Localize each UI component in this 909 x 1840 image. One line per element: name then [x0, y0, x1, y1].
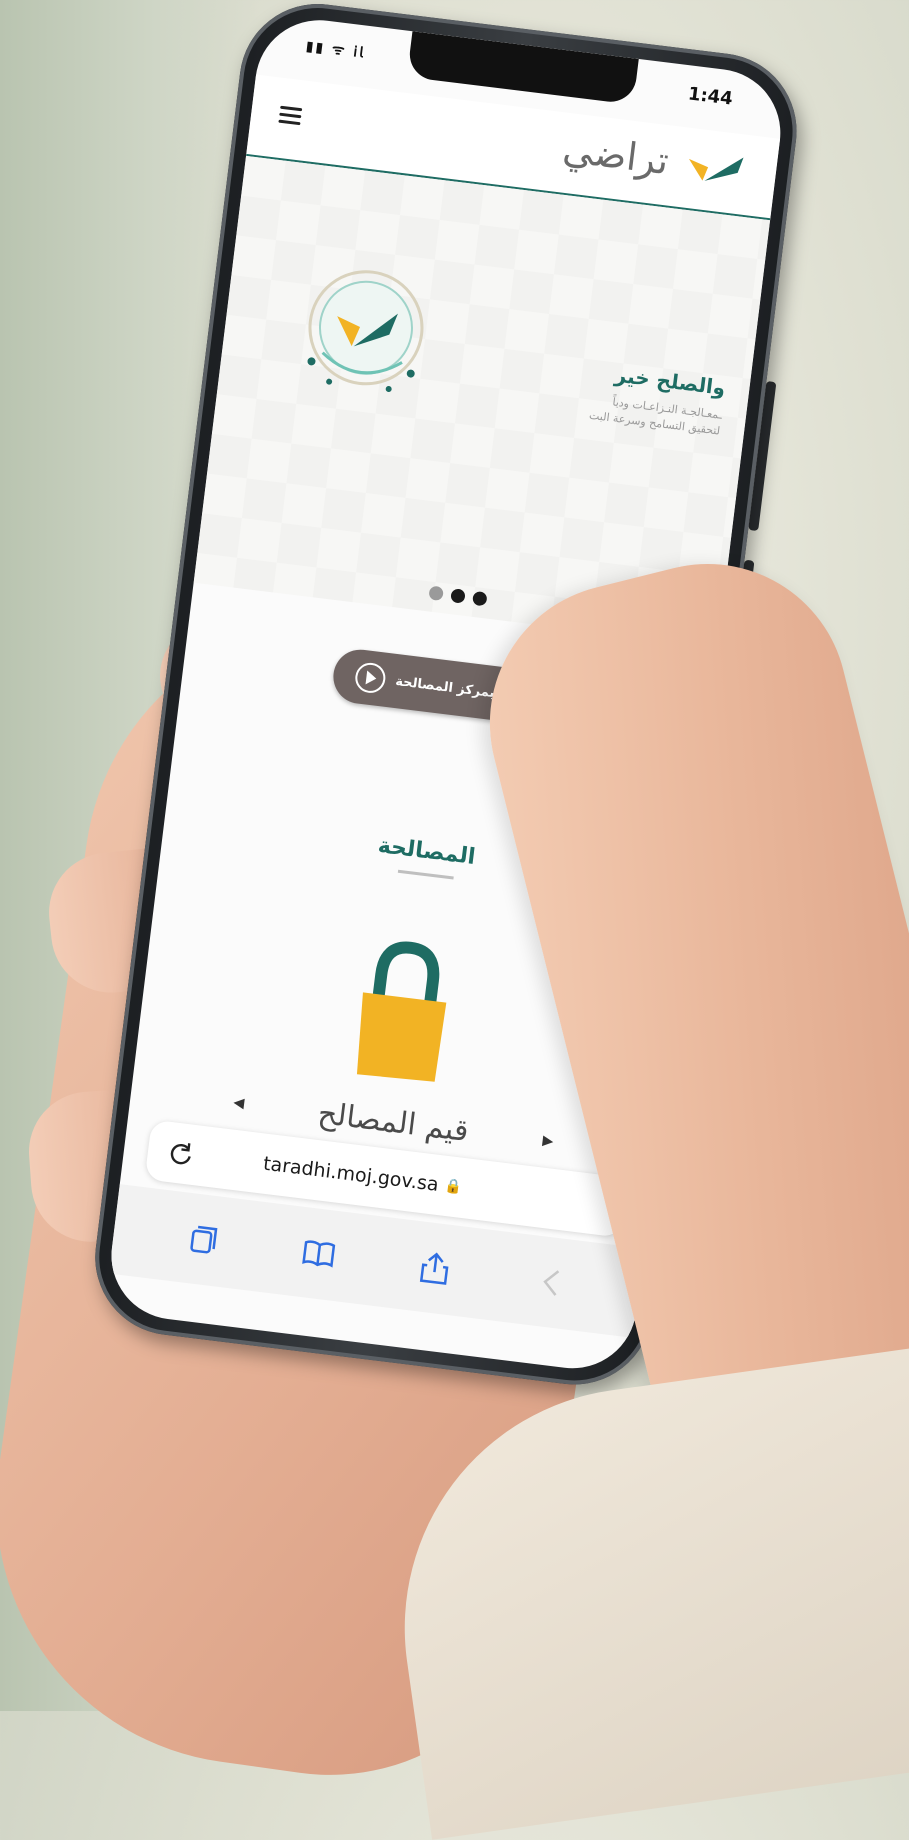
- tabs-icon[interactable]: [182, 1220, 222, 1260]
- center-emblem-icon: [307, 270, 424, 392]
- carousel-dot[interactable]: [428, 585, 444, 602]
- url-text: taradhi.moj.gov.sa: [262, 1152, 440, 1196]
- values-label: قيم المصالح: [316, 1095, 471, 1149]
- carousel-dot-active[interactable]: [472, 590, 488, 607]
- padlock-icon: [356, 941, 447, 1082]
- signal-icons: ▮▮ ᯤ 𝗂𝗅: [304, 38, 367, 62]
- reload-icon[interactable]: [167, 1139, 196, 1168]
- play-icon: [353, 661, 388, 695]
- back-icon[interactable]: [530, 1262, 570, 1302]
- section-underline: [397, 869, 454, 880]
- carousel-dot-active[interactable]: [450, 588, 466, 604]
- bookmarks-icon[interactable]: [298, 1234, 338, 1274]
- hamburger-menu-icon[interactable]: [278, 105, 303, 127]
- brand[interactable]: تراضي: [561, 127, 749, 193]
- brand-logo-icon: [688, 157, 744, 181]
- prev-arrow-icon[interactable]: ◀: [218, 1093, 260, 1114]
- brand-name: تراضي: [560, 126, 672, 184]
- share-icon[interactable]: [414, 1248, 454, 1288]
- next-arrow-icon[interactable]: ▶: [527, 1131, 569, 1152]
- hero-text: والصلح خير ـمعـالجـة النـزاعـات ودياً لت…: [501, 349, 726, 439]
- lock-icon: 🔒: [443, 1177, 463, 1196]
- status-time: 1:44: [686, 83, 734, 110]
